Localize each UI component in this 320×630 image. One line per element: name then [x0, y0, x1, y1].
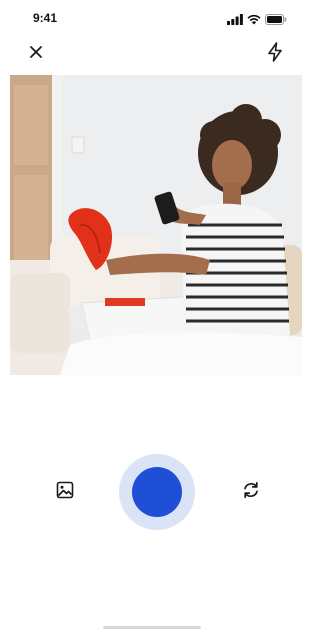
close-button[interactable] [24, 42, 48, 66]
flip-camera-icon [241, 480, 261, 505]
camera-controls [0, 452, 303, 532]
cellular-signal-icon [227, 12, 243, 30]
status-bar: 9:41 [0, 0, 303, 36]
flash-icon [267, 41, 283, 67]
wifi-icon [247, 12, 261, 30]
photo-preview [10, 75, 302, 375]
close-icon [29, 45, 43, 64]
camera-screen: 9:41 [0, 0, 303, 630]
gallery-button[interactable] [53, 480, 77, 504]
camera-top-bar [0, 36, 303, 72]
shutter-inner [132, 467, 182, 517]
status-time: 9:41 [33, 11, 58, 25]
status-icons [227, 12, 287, 30]
camera-viewfinder[interactable] [10, 75, 302, 375]
flip-camera-button[interactable] [239, 480, 263, 504]
flash-button[interactable] [263, 41, 287, 67]
shutter-button[interactable] [119, 454, 195, 530]
gallery-icon [56, 481, 74, 504]
battery-icon [265, 12, 287, 30]
home-indicator[interactable] [103, 626, 201, 629]
